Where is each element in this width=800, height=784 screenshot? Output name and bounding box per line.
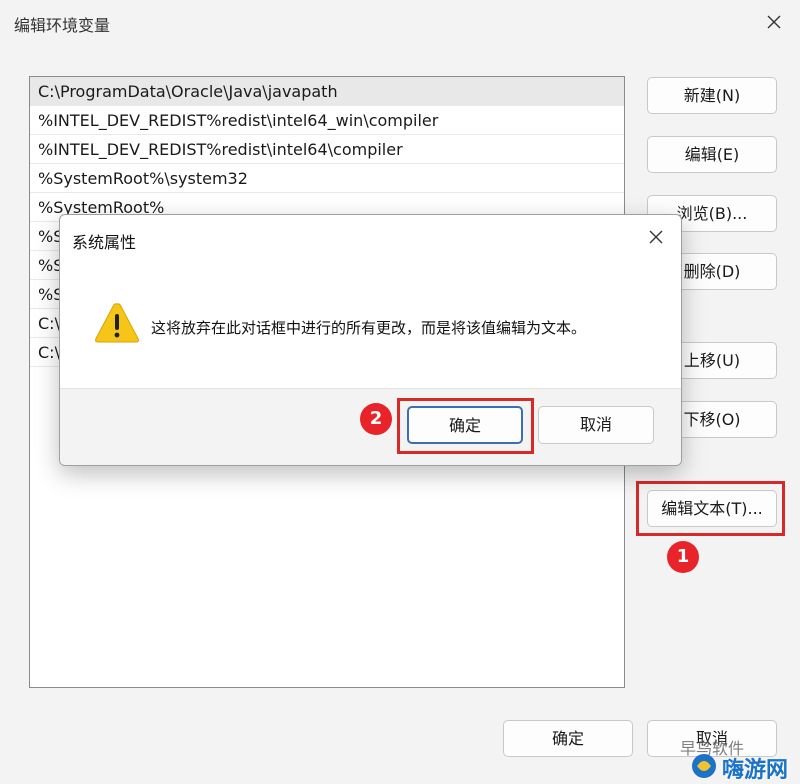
ok-button[interactable]: 确定 bbox=[503, 720, 633, 757]
window-close-icon[interactable] bbox=[762, 10, 786, 34]
edit-button[interactable]: 编辑(E) bbox=[647, 136, 777, 173]
dialog-ok-highlight bbox=[397, 398, 534, 454]
list-item[interactable]: C:\ProgramData\Oracle\Java\javapath bbox=[30, 77, 624, 106]
watermark-logo-icon bbox=[692, 754, 716, 778]
dialog-close-icon[interactable] bbox=[644, 225, 668, 249]
edit-text-highlight bbox=[636, 481, 785, 536]
window-title: 编辑环境变量 bbox=[14, 16, 111, 35]
dialog-title: 系统属性 bbox=[72, 233, 137, 252]
list-item[interactable]: %INTEL_DEV_REDIST%redist\intel64_win\com… bbox=[30, 106, 624, 135]
list-item[interactable]: %SystemRoot%\system32 bbox=[30, 164, 624, 193]
list-item[interactable]: %INTEL_DEV_REDIST%redist\intel64\compile… bbox=[30, 135, 624, 164]
dialog-message: 这将放弃在此对话框中进行的所有更改，而是将该值编辑为文本。 bbox=[151, 319, 587, 337]
dialog-cancel-button[interactable]: 取消 bbox=[538, 406, 654, 444]
new-button[interactable]: 新建(N) bbox=[647, 77, 777, 114]
step-1-badge: 1 bbox=[667, 541, 699, 573]
warning-icon bbox=[95, 303, 139, 343]
step-2-badge: 2 bbox=[360, 403, 392, 435]
watermark-brand: 嗨游网 bbox=[722, 758, 789, 783]
